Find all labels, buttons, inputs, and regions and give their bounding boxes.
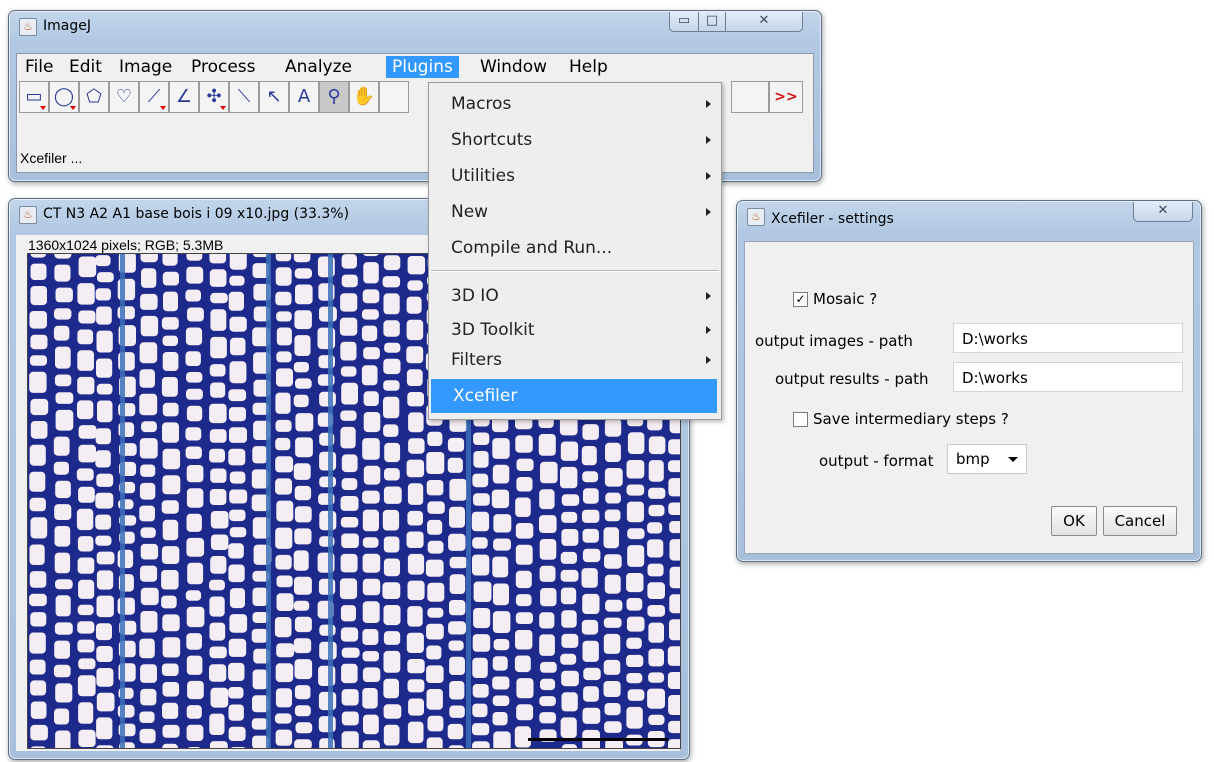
cancel-button[interactable]: Cancel [1103,506,1177,536]
wand-tool-icon[interactable]: ⟍ [229,81,259,113]
save-steps-label: Save intermediary steps ? [813,410,1009,428]
output-images-label: output images - path [755,332,913,350]
plugins-dropdown: Macros Shortcuts Utilities New Compile a… [428,82,722,420]
menu-item-compile-and-run[interactable]: Compile and Run... [429,231,721,265]
java-cup-icon: ♨ [747,208,765,226]
chevron-down-icon [1008,457,1018,462]
settings-client: ✓ Mosaic ? output images - path D:\works… [744,241,1194,554]
menu-item-label: 3D Toolkit [451,320,535,340]
menu-edit[interactable]: Edit [63,56,108,78]
menu-item-macros[interactable]: Macros [429,87,721,121]
output-results-path-field[interactable]: D:\works [953,362,1183,392]
output-format-label: output - format [819,452,934,470]
menu-item-filters[interactable]: Filters [429,343,721,377]
maximize-icon[interactable]: □ [698,12,726,32]
menu-item-label: Filters [451,350,502,370]
tool-slot-empty[interactable] [731,81,769,113]
menu-item-label: Compile and Run... [451,238,613,258]
menu-item-label: Utilities [451,166,515,186]
polygon-tool-icon[interactable]: ⬠ [79,81,109,113]
submenu-arrow-icon [706,356,711,364]
submenu-arrow-icon [706,100,711,108]
menu-item-label: Shortcuts [451,130,533,150]
point-tool-icon[interactable]: ✣ [199,81,229,113]
menu-plugins[interactable]: Plugins [386,56,459,78]
tool-slot-13[interactable] [379,81,409,113]
hand-tool-icon[interactable]: ✋ [349,81,379,113]
menu-item-label: New [451,202,489,222]
menu-item-shortcuts[interactable]: Shortcuts [429,123,721,157]
submenu-arrow-icon [706,172,711,180]
close-icon[interactable]: ✕ [725,12,803,32]
status-text: Xcefiler ... [20,150,83,166]
save-steps-checkbox[interactable] [793,412,808,427]
line-tool-icon[interactable]: ⟋ [139,81,169,113]
imagej-title: ImageJ [43,18,91,34]
submenu-arrow-icon [706,292,711,300]
output-format-select[interactable]: bmp [947,444,1027,474]
settings-title: Xcefiler - settings [771,211,894,227]
xcefiler-settings-dialog: ♨ Xcefiler - settings ✕ ✓ Mosaic ? outpu… [736,200,1202,562]
menu-item-label: 3D IO [451,286,499,306]
settings-titlebar[interactable]: ♨ Xcefiler - settings ✕ [737,201,1201,231]
close-icon[interactable]: ✕ [1133,202,1193,222]
oval-tool-icon[interactable]: ◯ [49,81,79,113]
menu-item-3d-io[interactable]: 3D IO [429,279,721,313]
menu-analyze[interactable]: Analyze [279,56,358,78]
imagej-titlebar[interactable]: ♨ ImageJ ▭ □ ✕ [9,11,821,41]
mosaic-checkbox[interactable]: ✓ [793,292,808,307]
java-cup-icon: ♨ [19,206,37,224]
menu-file[interactable]: File [19,56,59,78]
ok-button[interactable]: OK [1051,506,1097,536]
menu-item-utilities[interactable]: Utilities [429,159,721,193]
rectangle-tool-icon[interactable]: ▭ [19,81,49,113]
menu-process[interactable]: Process [185,56,262,78]
menu-item-new[interactable]: New [429,195,721,229]
mosaic-label: Mosaic ? [813,290,878,308]
menu-window[interactable]: Window [474,56,553,78]
more-tools-button[interactable]: >> [769,81,803,113]
menu-item-label: Xcefiler [453,386,518,406]
arrow-tool-icon[interactable]: ↖ [259,81,289,113]
menu-image[interactable]: Image [113,56,178,78]
output-format-value: bmp [956,450,990,468]
menu-help[interactable]: Help [563,56,614,78]
output-results-label: output results - path [775,370,929,388]
freehand-tool-icon[interactable]: ♡ [109,81,139,113]
submenu-arrow-icon [706,208,711,216]
menubar: File Edit Image Process Analyze Plugins … [17,54,813,80]
output-images-path-field[interactable]: D:\works [953,323,1183,353]
angle-tool-icon[interactable]: ∠ [169,81,199,113]
java-cup-icon: ♨ [19,18,37,36]
minimize-icon[interactable]: ▭ [669,12,699,32]
menu-item-label: Macros [451,94,512,114]
menu-separator [431,270,719,272]
menu-item-xcefiler[interactable]: Xcefiler [431,379,717,413]
magnifier-tool-icon[interactable]: ⚲ [319,81,349,113]
submenu-arrow-icon [706,136,711,144]
text-tool-icon[interactable]: A [289,81,319,113]
image-info: 1360x1024 pixels; RGB; 5.3MB [28,237,224,253]
submenu-arrow-icon [706,326,711,334]
menu-item-3d-toolkit[interactable]: 3D Toolkit [429,313,721,347]
image-title: CT N3 A2 A1 base bois i 09 x10.jpg (33.3… [43,206,350,222]
